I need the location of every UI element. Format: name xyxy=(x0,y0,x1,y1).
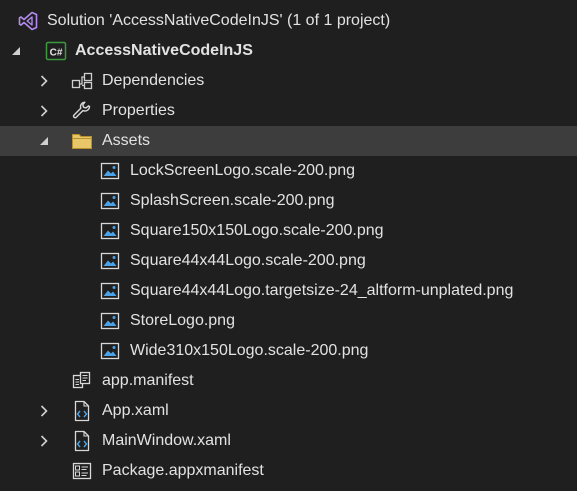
asset-file-label: SplashScreen.scale-200.png xyxy=(130,192,335,209)
collapsed-arrow-icon[interactable] xyxy=(37,66,51,96)
wrench-icon xyxy=(71,100,93,122)
asset-file-label: Square44x44Logo.scale-200.png xyxy=(130,252,366,269)
visual-studio-solution-icon xyxy=(17,10,39,32)
image-file-icon xyxy=(99,340,121,362)
asset-file-item[interactable]: Wide310x150Logo.scale-200.png xyxy=(0,336,577,366)
collapsed-arrow-icon[interactable] xyxy=(37,96,51,126)
asset-file-item[interactable]: SplashScreen.scale-200.png xyxy=(0,186,577,216)
svg-text:C#: C# xyxy=(50,48,63,59)
file-label: app.manifest xyxy=(102,372,194,389)
image-file-icon xyxy=(99,250,121,272)
file-item-app-manifest[interactable]: app.manifest xyxy=(0,366,577,396)
project-label: AccessNativeCodeInJS xyxy=(75,42,253,59)
dependencies-icon xyxy=(71,70,93,92)
asset-file-item[interactable]: Square44x44Logo.targetsize-24_altform-un… xyxy=(0,276,577,306)
xaml-file-icon xyxy=(71,430,93,452)
folder-icon xyxy=(71,130,93,152)
image-file-icon xyxy=(99,190,121,212)
appx-manifest-file-icon xyxy=(71,460,93,482)
tree-node-label: Dependencies xyxy=(102,72,205,89)
asset-file-item[interactable]: Square44x44Logo.scale-200.png xyxy=(0,246,577,276)
tree-node-dependencies[interactable]: Dependencies xyxy=(0,66,577,96)
asset-file-label: Square44x44Logo.targetsize-24_altform-un… xyxy=(130,282,514,299)
manifest-file-icon xyxy=(71,370,93,392)
image-file-icon xyxy=(99,160,121,182)
tree-node-label: Properties xyxy=(102,102,175,119)
image-file-icon xyxy=(99,280,121,302)
expanded-arrow-icon[interactable] xyxy=(9,36,23,66)
image-file-icon xyxy=(99,220,121,242)
asset-file-item[interactable]: Square150x150Logo.scale-200.png xyxy=(0,216,577,246)
file-item-mainwindow-xaml[interactable]: MainWindow.xaml xyxy=(0,426,577,456)
image-file-icon xyxy=(99,310,121,332)
asset-file-label: LockScreenLogo.scale-200.png xyxy=(130,162,356,179)
csharp-project-icon: C# xyxy=(45,40,67,62)
collapsed-arrow-icon[interactable] xyxy=(37,396,51,426)
solution-label: Solution 'AccessNativeCodeInJS' (1 of 1 … xyxy=(47,12,391,29)
asset-file-label: Square150x150Logo.scale-200.png xyxy=(130,222,384,239)
solution-explorer-tree: Solution 'AccessNativeCodeInJS' (1 of 1 … xyxy=(0,0,577,491)
asset-file-label: Wide310x150Logo.scale-200.png xyxy=(130,342,369,359)
project-node[interactable]: C# AccessNativeCodeInJS xyxy=(0,36,577,66)
file-item-package-appxmanifest[interactable]: Package.appxmanifest xyxy=(0,456,577,486)
tree-node-assets[interactable]: Assets xyxy=(0,126,577,156)
expanded-arrow-icon[interactable] xyxy=(37,126,51,156)
collapsed-arrow-icon[interactable] xyxy=(37,426,51,456)
tree-node-properties[interactable]: Properties xyxy=(0,96,577,126)
file-label: MainWindow.xaml xyxy=(102,432,231,449)
file-label: Package.appxmanifest xyxy=(102,462,264,479)
asset-file-label: StoreLogo.png xyxy=(130,312,235,329)
solution-node[interactable]: Solution 'AccessNativeCodeInJS' (1 of 1 … xyxy=(0,6,577,36)
asset-file-item[interactable]: StoreLogo.png xyxy=(0,306,577,336)
file-item-app-xaml[interactable]: App.xaml xyxy=(0,396,577,426)
tree-node-label: Assets xyxy=(102,132,151,149)
asset-file-item[interactable]: LockScreenLogo.scale-200.png xyxy=(0,156,577,186)
file-label: App.xaml xyxy=(102,402,169,419)
xaml-file-icon xyxy=(71,400,93,422)
